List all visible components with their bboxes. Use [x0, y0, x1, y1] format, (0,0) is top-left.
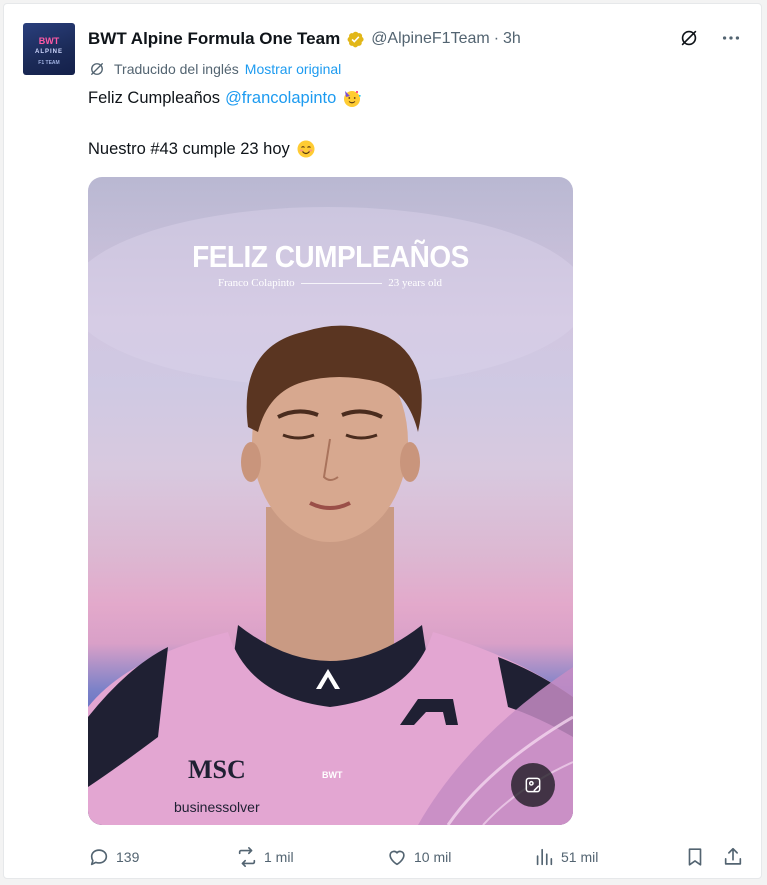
repost-button[interactable]: 1 mil [236, 844, 294, 870]
grok-small-icon [88, 60, 106, 78]
share-button[interactable] [722, 844, 750, 870]
tweet-text-body: Nuestro #43 cumple 23 hoy [88, 139, 290, 158]
suit-sponsor-businessolver: businessolver [174, 799, 260, 815]
bookmark-button[interactable] [684, 844, 712, 870]
translation-label: Traducido del inglés [114, 61, 239, 77]
bookmark-icon [688, 848, 702, 866]
show-original-link[interactable]: Mostrar original [245, 61, 341, 77]
verified-badge-icon [346, 30, 365, 49]
top-actions [677, 26, 743, 50]
media-driver-age: 23 years old [388, 277, 442, 289]
media-title-text: FELIZ CUMPLEAÑOS [192, 239, 469, 274]
media-driver-name: Franco Colapinto [218, 277, 295, 289]
media-subtitle: Franco Colapinto 23 years old [218, 277, 442, 289]
smiling-face-emoji-icon [296, 139, 316, 159]
suit-sponsor-msc: MSC [188, 755, 246, 784]
tweet-header: BWT Alpine Formula One Team @AlpineF1Tea… [88, 26, 521, 52]
grok-icon[interactable] [677, 26, 701, 50]
tweet-actions: 139 1 mil 10 mil 51 mil [88, 844, 748, 870]
party-face-emoji-icon [342, 88, 362, 108]
translation-note: Traducido del inglés Mostrar original [88, 59, 341, 79]
views-button[interactable]: 51 mil [533, 844, 598, 870]
avatar-line-3: F1 TEAM [38, 60, 60, 66]
like-button[interactable]: 10 mil [386, 844, 451, 870]
share-icon [724, 847, 742, 865]
reply-count: 139 [116, 849, 140, 865]
like-count: 10 mil [414, 849, 452, 865]
author-name[interactable]: BWT Alpine Formula One Team [88, 29, 340, 49]
header-separator: · [493, 30, 500, 47]
tweet-card[interactable]: BWT ALPINE F1 TEAM BWT Alpine Formula On… [3, 3, 762, 879]
repost-icon [238, 847, 256, 867]
avatar-line-1: BWT [38, 36, 60, 46]
tweet-text-greeting: Feliz Cumpleaños [88, 88, 221, 107]
tweet-media-image[interactable]: FELIZ CUMPLEAÑOS Franco Colapinto 23 yea… [88, 177, 573, 825]
image-edit-badge-icon[interactable] [511, 763, 555, 807]
repost-count: 1 mil [264, 849, 294, 865]
avatar-line-2: ALPINE [34, 49, 63, 55]
like-icon [389, 850, 405, 866]
views-icon [536, 848, 553, 866]
tweet-time[interactable]: 3h [503, 30, 521, 48]
more-icon[interactable] [719, 26, 743, 50]
media-subtitle-rule [300, 282, 383, 284]
author-handle[interactable]: @AlpineF1Team [371, 30, 490, 48]
reply-button[interactable]: 139 [88, 844, 139, 870]
suit-brand-bwt: BWT [322, 770, 343, 780]
author-avatar[interactable]: BWT ALPINE F1 TEAM [23, 23, 75, 75]
tweet-text-line-2: Nuestro #43 cumple 23 hoy [88, 138, 316, 160]
tweet-text-line-1: Feliz Cumpleaños @francolapinto [88, 87, 362, 109]
views-count: 51 mil [561, 849, 599, 865]
reply-icon [90, 849, 108, 866]
mention-link[interactable]: @francolapinto [225, 89, 336, 108]
